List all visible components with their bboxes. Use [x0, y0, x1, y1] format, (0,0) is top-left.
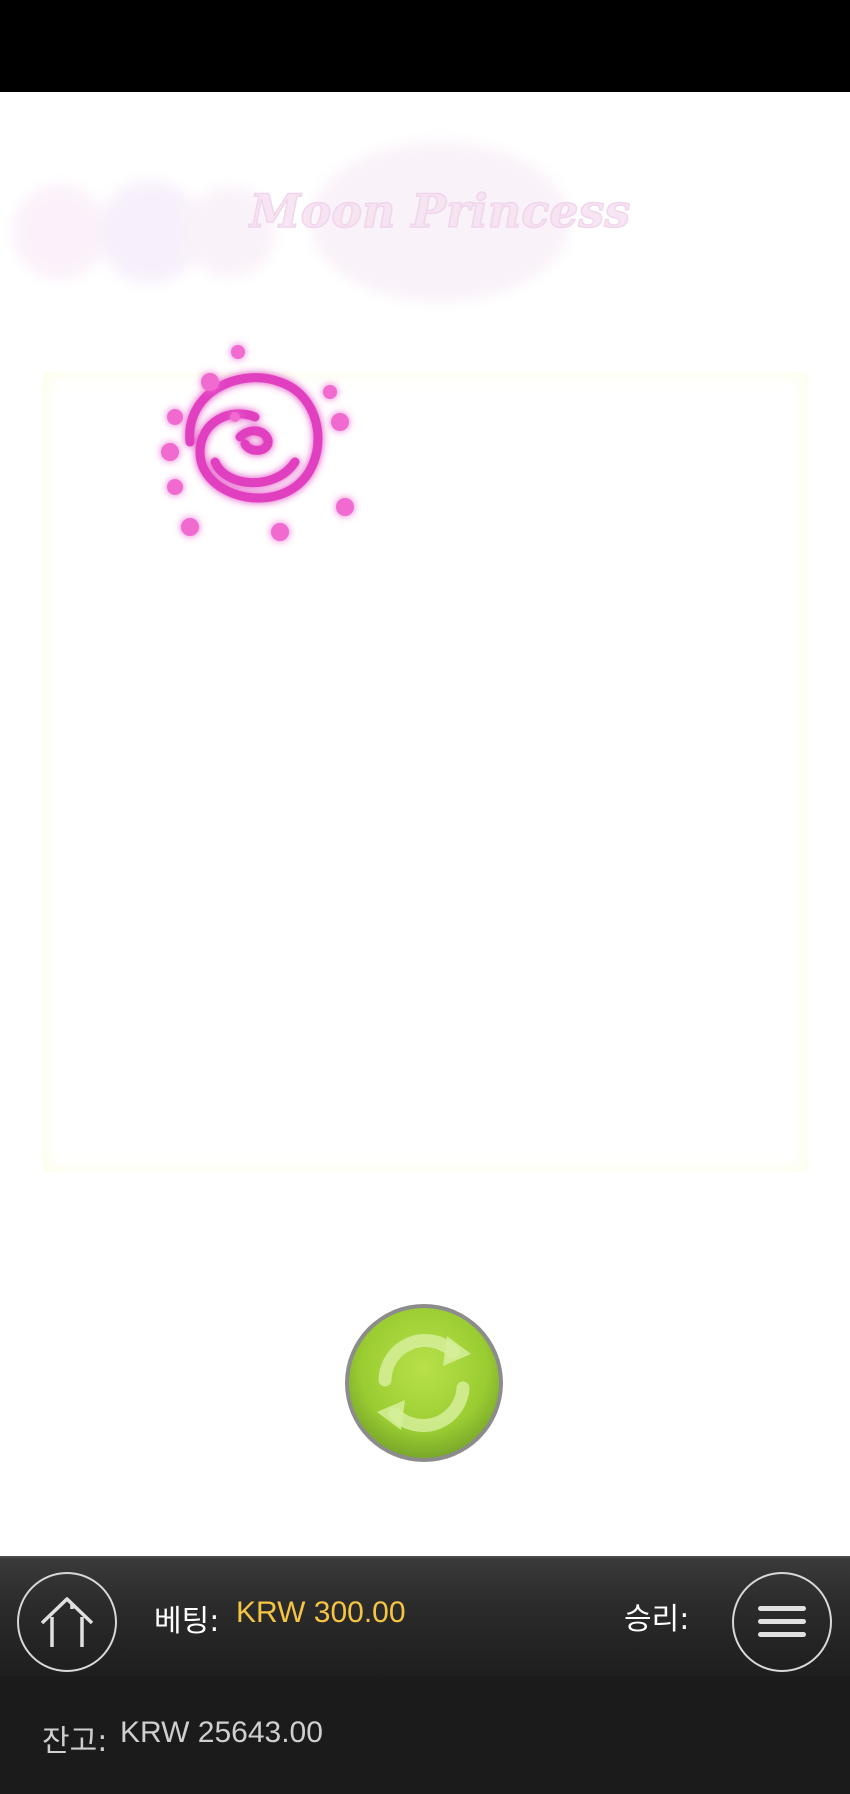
bet-label: 베팅:	[154, 1604, 220, 1639]
balance-label: 잔고:	[42, 1724, 108, 1759]
home-icon	[40, 1597, 94, 1647]
game-area: Moon Princess	[0, 92, 850, 1556]
bottom-control-bar: 베팅: KRW 300.00 승리:	[0, 1556, 850, 1676]
game-logo-text: Moon Princess	[248, 184, 631, 238]
win-label: 승리:	[624, 1602, 690, 1637]
home-button[interactable]	[17, 1572, 117, 1672]
hamburger-menu-icon	[758, 1606, 806, 1637]
status-bar	[0, 0, 850, 92]
moon-symbol-icon	[161, 345, 354, 541]
menu-button[interactable]	[732, 1572, 832, 1672]
game-logo: Moon Princess	[12, 142, 631, 302]
balance-value: KRW 25643.00	[120, 1716, 323, 1749]
bet-value[interactable]: KRW 300.00	[236, 1596, 406, 1630]
spin-button[interactable]	[343, 1302, 505, 1464]
balance-bar: 잔고: KRW 25643.00	[0, 1676, 850, 1794]
